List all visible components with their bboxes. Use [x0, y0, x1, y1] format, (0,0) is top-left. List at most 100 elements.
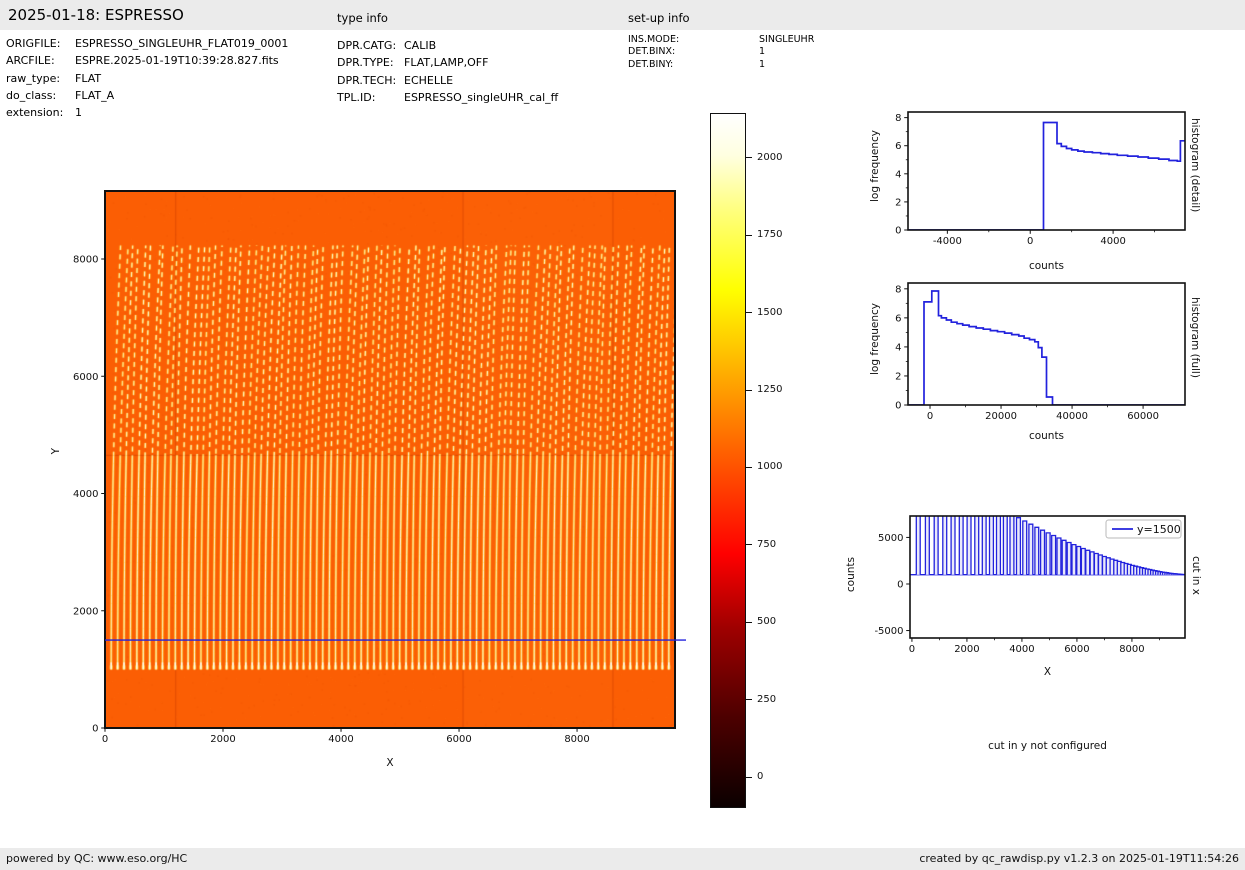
meta-row: ORIGFILE: ESPRESSO_SINGLEUHR_FLAT019_0001: [6, 35, 288, 52]
qc-report-page: 2025-01-18: ESPRESSO type info set-up in…: [0, 0, 1245, 870]
svg-text:2: 2: [895, 197, 901, 208]
field-value: ECHELLE: [404, 73, 454, 87]
svg-text:6: 6: [895, 141, 901, 152]
colorbar-tick-label: 250: [757, 693, 777, 705]
svg-text:0: 0: [897, 579, 903, 590]
colorbar-tick: [746, 389, 752, 391]
svg-text:8000: 8000: [73, 255, 98, 266]
field-value: SINGLEUHR: [759, 34, 815, 45]
colorbar-tick: [746, 234, 752, 236]
svg-text:8000: 8000: [564, 734, 589, 745]
main-xlabel: X: [386, 757, 394, 769]
meta-row: DPR.TYPE: FLAT,LAMP,OFF: [337, 54, 558, 71]
hist-detail-title: histogram (detail): [1189, 118, 1201, 213]
colorbar-tick: [746, 157, 752, 159]
field-label: DPR.CATG:: [337, 39, 397, 52]
svg-text:40000: 40000: [1056, 411, 1088, 422]
meta-row: extension: 1: [6, 104, 288, 121]
svg-text:2000: 2000: [210, 734, 235, 745]
meta-row: ARCFILE: ESPRE.2025-01-19T10:39:28.827.fi…: [6, 52, 288, 69]
svg-text:4000: 4000: [1009, 644, 1034, 655]
field-label: extension:: [6, 106, 64, 120]
histogram-detail-plot: -4000 0 4000 0 2 4 6 8: [895, 111, 1186, 247]
colorbar-tick-label: 0: [757, 771, 764, 783]
colorbar-tick-label: 1500: [757, 306, 783, 318]
svg-text:6000: 6000: [73, 372, 98, 383]
cut-in-y-note: cut in y not configured: [988, 740, 1107, 752]
colorbar-tick: [746, 544, 752, 546]
colorbar-tick: [746, 699, 752, 701]
footer-created-by: created by qc_rawdisp.py v1.2.3 on 2025-…: [919, 852, 1239, 865]
footer-bar: powered by QC: www.eso.org/HC created by…: [0, 848, 1245, 870]
meta-row: DPR.CATG: CALIB: [337, 37, 558, 54]
hist-detail-xlabel: counts: [1028, 260, 1065, 272]
colorbar-tick-label: 1000: [757, 461, 783, 473]
svg-text:4000: 4000: [1100, 236, 1125, 247]
colorbar-tick: [746, 466, 752, 468]
field-value: ESPRE.2025-01-19T10:39:28.827.fits: [75, 54, 279, 68]
svg-text:8: 8: [895, 113, 901, 124]
svg-text:4: 4: [895, 169, 901, 180]
field-label: INS.MODE:: [628, 34, 680, 45]
field-label: ARCFILE:: [6, 54, 55, 68]
meta-row: DPR.TECH: ECHELLE: [337, 72, 558, 89]
hist-full-ylabel: log frequency: [869, 303, 881, 376]
field-value: CALIB: [404, 39, 437, 52]
colorbar-tick-label: 1250: [757, 384, 783, 396]
svg-text:0: 0: [895, 401, 901, 412]
svg-text:8000: 8000: [1119, 644, 1144, 655]
field-label: DPR.TECH:: [337, 73, 397, 87]
svg-text:60000: 60000: [1127, 411, 1159, 422]
colorbar-tick: [746, 776, 752, 778]
svg-text:2000: 2000: [73, 606, 98, 617]
colorbar-tick-label: 2000: [757, 151, 783, 163]
svg-text:y=1500: y=1500: [1137, 523, 1181, 536]
field-value: FLAT: [75, 71, 102, 85]
meta-row: do_class: FLAT_A: [6, 87, 288, 104]
page-title: 2025-01-18: ESPRESSO: [8, 6, 184, 24]
field-label: raw_type:: [6, 71, 61, 85]
hist-full-title: histogram (full): [1189, 297, 1201, 378]
svg-text:4: 4: [895, 342, 901, 353]
field-label: DPR.TYPE:: [337, 56, 394, 70]
colorbar-tick-label: 750: [757, 538, 777, 550]
svg-text:0: 0: [895, 226, 901, 237]
svg-text:5000: 5000: [878, 533, 903, 544]
field-label: ORIGFILE:: [6, 37, 61, 50]
field-value: 1: [759, 46, 766, 58]
svg-text:2: 2: [895, 371, 901, 382]
field-value: ESPRESSO_singleUHR_cal_ff: [404, 90, 559, 104]
meta-row: TPL.ID: ESPRESSO_singleUHR_cal_ff: [337, 89, 558, 106]
colorbar-tick-label: 1750: [757, 229, 783, 241]
meta-row: INS.MODE: SINGLEUHR: [628, 34, 814, 46]
field-label: TPL.ID:: [337, 90, 376, 104]
hist-detail-ylabel: log frequency: [869, 130, 881, 203]
flat-field-axes: 0 2000 4000 6000 8000 0 2000 4000 6000 8000: [73, 190, 686, 745]
field-label: DET.BINX:: [628, 46, 676, 58]
svg-text:6: 6: [895, 313, 901, 324]
svg-text:8: 8: [895, 284, 901, 295]
colorbar-tick: [746, 621, 752, 623]
setup-info-block: INS.MODE: SINGLEUHR DET.BINX: 1 DET.BINY: 1: [628, 34, 814, 71]
svg-text:0: 0: [92, 724, 98, 735]
setup-info-heading: set-up info: [628, 11, 690, 25]
file-info-block: ORIGFILE: ESPRESSO_SINGLEUHR_FLAT019_0001…: [6, 35, 288, 121]
type-info-block: DPR.CATG: CALIB DPR.TYPE: FLAT,LAMP,OFF DPR.…: [337, 37, 558, 106]
cut-in-x-plot: 0 2000 4000 6000 8000 -5000 0 5000 y=1500: [874, 515, 1186, 655]
svg-text:0: 0: [927, 411, 933, 422]
svg-text:2000: 2000: [954, 644, 979, 655]
svg-text:20000: 20000: [985, 411, 1017, 422]
svg-text:-5000: -5000: [874, 626, 903, 637]
svg-text:4000: 4000: [73, 489, 98, 500]
header-bar: [0, 0, 1245, 30]
colorbar: [710, 113, 746, 808]
field-value: 1: [759, 58, 766, 70]
field-value: ESPRESSO_SINGLEUHR_FLAT019_0001: [75, 37, 289, 50]
main-ylabel: Y: [50, 448, 62, 455]
svg-text:6000: 6000: [446, 734, 471, 745]
cut-x-xlabel: X: [1043, 666, 1052, 678]
field-value: FLAT_A: [75, 88, 115, 102]
colorbar-tick-label: 500: [757, 616, 777, 628]
field-label: do_class:: [6, 88, 57, 102]
cut-x-ylabel: counts: [845, 557, 857, 593]
